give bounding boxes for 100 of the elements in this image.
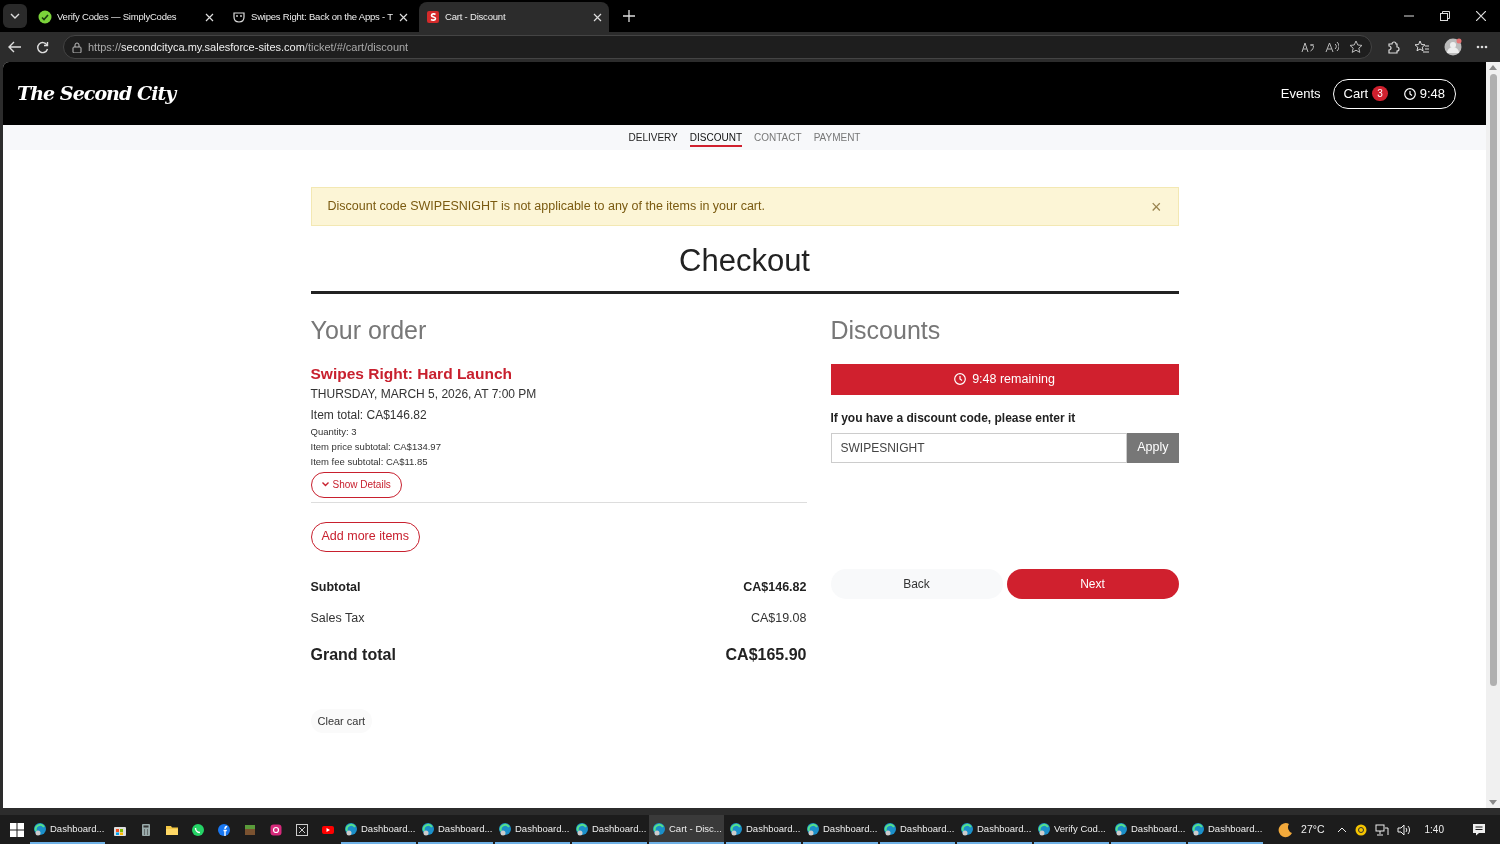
close-icon[interactable] xyxy=(399,12,408,22)
read-aloud-icon[interactable] xyxy=(1325,41,1339,53)
browser-tab[interactable]: Swipes Right: Back on the Apps - T xyxy=(225,2,415,32)
next-button[interactable]: Next xyxy=(1006,568,1179,599)
total-label: Subtotal xyxy=(310,578,361,596)
total-value: CA$19.08 xyxy=(750,609,807,627)
taskbar-button[interactable]: Verify Cod... xyxy=(1034,815,1109,844)
weather-text: 27°C xyxy=(1301,821,1325,837)
taskbar-button[interactable]: Dashboard... xyxy=(803,815,878,844)
translate-icon[interactable] xyxy=(1301,41,1315,53)
scroll-down-icon xyxy=(1489,800,1497,806)
chevron-up-icon[interactable] xyxy=(1336,826,1347,833)
taskbar-button[interactable]: Dashboard... xyxy=(880,815,955,844)
favorites-icon[interactable] xyxy=(1414,40,1430,54)
browser-tab[interactable]: Cart - Discount xyxy=(419,2,609,32)
browser-icon xyxy=(883,821,897,836)
browser-icon xyxy=(1037,821,1051,836)
more-icon[interactable] xyxy=(1476,45,1488,49)
taskbar-button[interactable]: Dashboard... xyxy=(1188,815,1263,844)
step-tab[interactable]: CONTACT xyxy=(754,128,802,147)
restore-icon[interactable] xyxy=(1440,11,1450,21)
taskbar-button[interactable]: Dashboard... xyxy=(572,815,647,844)
lock-icon xyxy=(72,41,82,53)
back-button[interactable]: Back xyxy=(830,568,1003,599)
taskbar-button[interactable]: Dashboard... xyxy=(957,815,1032,844)
step-tab[interactable]: PAYMENT xyxy=(813,128,861,147)
total-value: CA$146.82 xyxy=(743,578,807,596)
browser-icon xyxy=(421,821,435,836)
taskbar-button[interactable]: Dashboard... xyxy=(495,815,570,844)
item-detail: Item price subtotal: CA$134.97 xyxy=(310,439,442,454)
browser-icon xyxy=(344,821,358,836)
close-icon[interactable] xyxy=(593,12,602,22)
coin-icon[interactable] xyxy=(1354,823,1367,836)
page-title: Checkout xyxy=(310,238,1179,294)
browser-icon xyxy=(806,821,820,836)
notification-icon[interactable] xyxy=(1472,823,1486,836)
circle-letter-icon xyxy=(217,822,231,837)
scrollbar-thumb[interactable] xyxy=(1489,74,1497,686)
chat-bubble-icon xyxy=(191,822,205,837)
refresh-icon[interactable] xyxy=(36,40,49,54)
logo-icon xyxy=(426,10,440,24)
moon-icon xyxy=(1277,821,1294,838)
close-icon[interactable] xyxy=(1476,11,1486,21)
chevron-down-icon xyxy=(321,482,329,488)
taskbar-button[interactable]: Dashboard... xyxy=(418,815,493,844)
section-heading: Discounts xyxy=(830,314,942,346)
browser-icon xyxy=(960,821,974,836)
back-icon[interactable] xyxy=(8,41,22,53)
close-icon[interactable] xyxy=(205,12,214,22)
start-icon[interactable] xyxy=(10,822,24,837)
total-label: Grand total xyxy=(310,645,396,666)
address-bar[interactable]: https://secondcityca.my.salesforce-sites.com/ticket/#/cart/discount xyxy=(63,35,1372,59)
alert-message: Discount code SWIPESNIGHT is not applicable to any of the items in your cart. xyxy=(327,198,765,216)
calculator-icon xyxy=(139,822,153,837)
clock-text[interactable]: 1:40 xyxy=(1424,822,1444,837)
volume-icon[interactable] xyxy=(1396,823,1411,836)
chevron-down-icon xyxy=(10,13,20,19)
browser-tab[interactable]: Verify Codes — SimplyCodes xyxy=(31,2,221,32)
clear-cart-button[interactable]: Clear cart xyxy=(310,709,373,734)
event-title-link[interactable]: Swipes Right: Hard Launch xyxy=(310,361,807,385)
browser-icon xyxy=(1191,821,1205,836)
total-label: Sales Tax xyxy=(310,609,365,627)
section-heading: Your order xyxy=(310,314,428,346)
timer-banner: 9:48 remaining xyxy=(830,363,1179,395)
scrollbar[interactable] xyxy=(1486,62,1500,808)
mask-icon xyxy=(232,10,246,24)
new-tab-icon[interactable] xyxy=(623,10,635,22)
network-icon[interactable] xyxy=(1374,823,1389,836)
field-label: If you have a discount code, please enter it xyxy=(830,409,1077,427)
avatar-icon[interactable] xyxy=(1444,38,1462,56)
clock-icon xyxy=(954,373,967,385)
step-tab[interactable]: DISCOUNT xyxy=(689,128,743,147)
taskbar-button[interactable]: Dashboard... xyxy=(341,815,416,844)
site-logo[interactable]: The Second City xyxy=(17,79,176,108)
item-detail: Quantity: 3 xyxy=(310,424,358,439)
item-detail: Item fee subtotal: CA$11.85 xyxy=(310,454,429,469)
item-total: Item total: CA$146.82 xyxy=(310,406,428,424)
grass-block-icon xyxy=(243,822,257,837)
events-link[interactable]: Events xyxy=(1280,83,1321,104)
url-text: https://secondcityca.my.salesforce-sites.com/ticket/#/cart/discount xyxy=(88,39,409,55)
x-mark-icon xyxy=(295,822,309,837)
browser-icon xyxy=(33,821,47,836)
camera-icon xyxy=(269,822,283,837)
tab-list-button[interactable] xyxy=(3,4,27,28)
browser-icon xyxy=(498,821,512,836)
extensions-icon[interactable] xyxy=(1386,40,1400,54)
step-tab[interactable]: DELIVERY xyxy=(628,128,678,147)
star-icon[interactable] xyxy=(1349,40,1363,54)
taskbar-button[interactable]: Dashboard... xyxy=(726,815,801,844)
apply-button[interactable]: Apply xyxy=(1127,432,1179,463)
event-date: THURSDAY, MARCH 5, 2026, AT 7:00 PM xyxy=(310,385,538,403)
clock-icon xyxy=(1403,87,1416,100)
taskbar-button[interactable]: Cart - Disc... xyxy=(649,815,724,844)
discount-code-field[interactable]: SWIPESNIGHT xyxy=(830,432,1128,463)
taskbar-button[interactable]: Dashboard... xyxy=(1111,815,1186,844)
total-value: CA$165.90 xyxy=(725,645,807,666)
check-circle-icon xyxy=(38,10,52,24)
taskbar-button[interactable]: Dashboard... xyxy=(30,815,105,844)
scroll-up-icon xyxy=(1489,64,1497,70)
browser-icon xyxy=(652,821,666,836)
